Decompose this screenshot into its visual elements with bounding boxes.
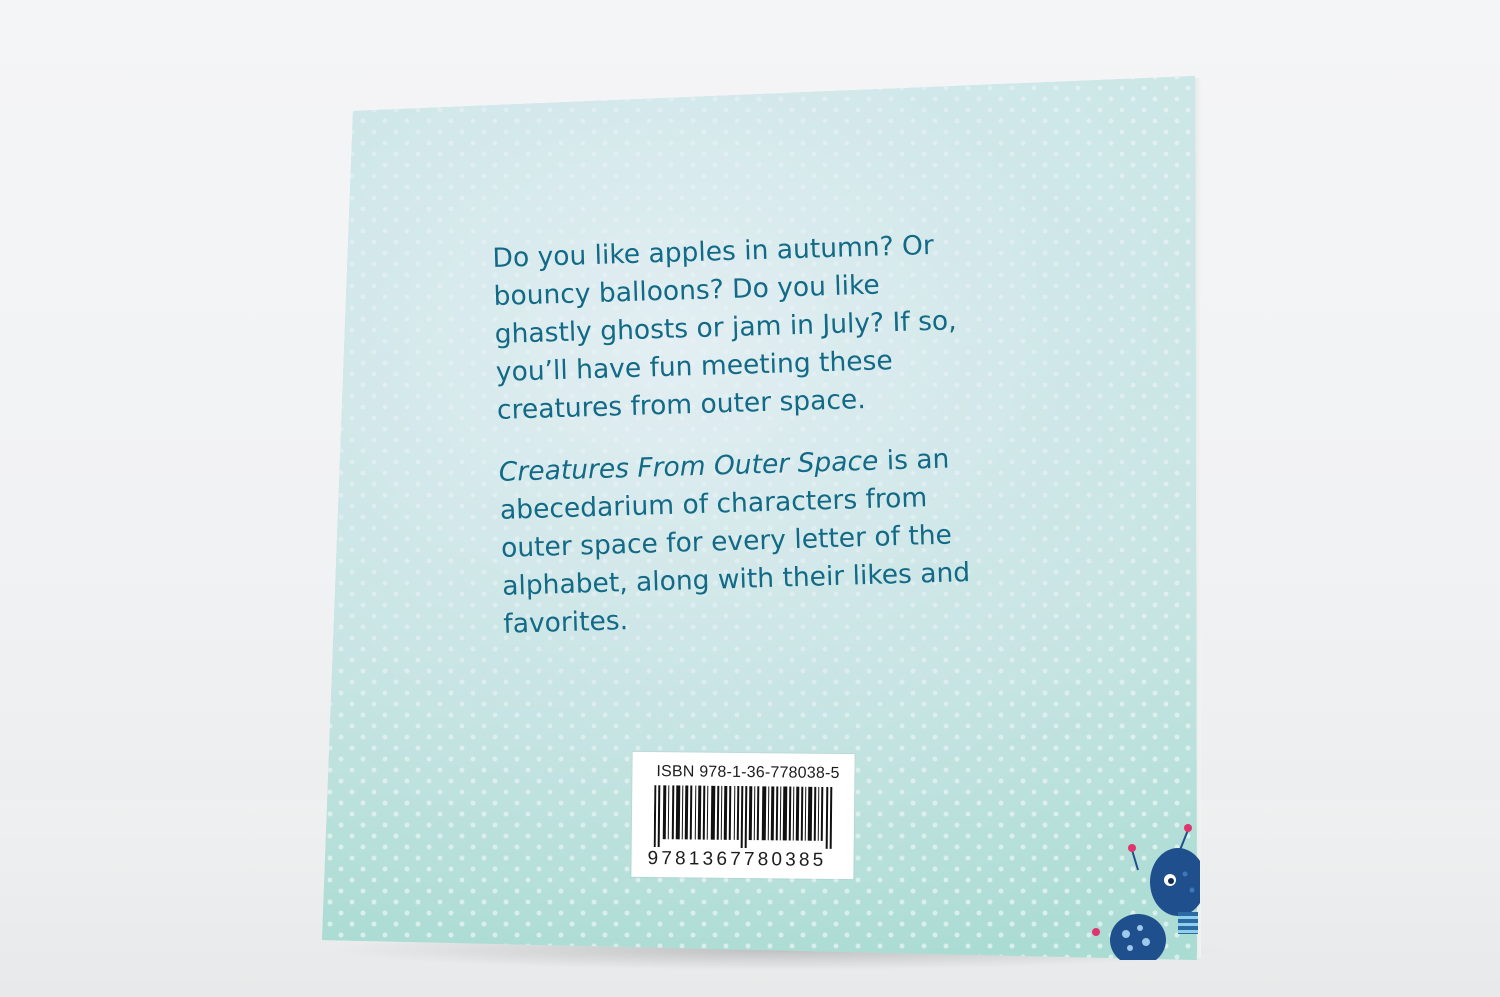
photo-scene: Do you like apples in autumn? Or bouncy … <box>0 0 1500 997</box>
barcode-sticker: ISBN 978-1-36-778038-5 9781367780385 <box>631 751 855 880</box>
barcode-digits: 9781367780385 <box>647 848 827 871</box>
blurb-paragraph-1: Do you like apples in autumn? Or bouncy … <box>492 229 957 426</box>
isbn-label: ISBN 978-1-36-778038-5 <box>656 763 840 783</box>
blurb-text: Do you like apples in autumn? Or bouncy … <box>492 225 994 643</box>
blurb-book-title: Creatures From Outer Space <box>498 445 879 488</box>
barcode-icon <box>653 785 833 849</box>
monster-illustration-icon <box>1092 824 1200 960</box>
blurb-paragraph-2: Creatures From Outer Space is an abeceda… <box>498 439 993 643</box>
